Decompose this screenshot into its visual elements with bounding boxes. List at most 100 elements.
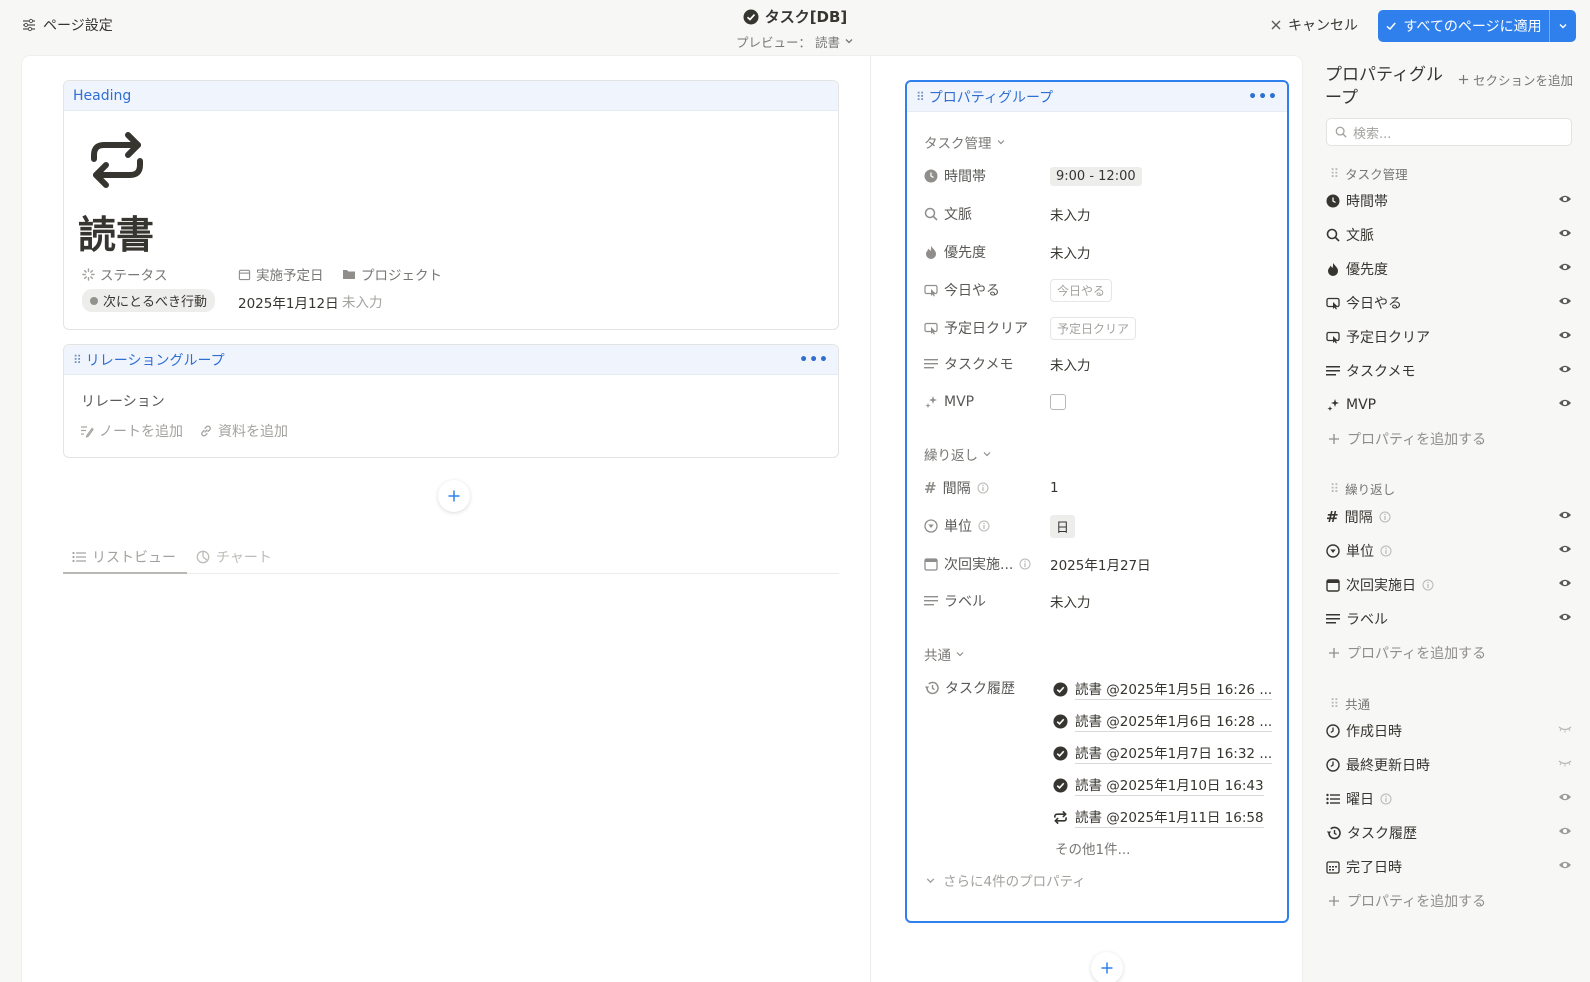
drag-handle-icon[interactable]: ⠿ [1330,696,1339,711]
cancel-button[interactable]: キャンセル [1270,15,1358,35]
sidebar-item-created[interactable]: 作成日時 [1326,718,1580,744]
button-cursor-icon [924,321,938,335]
section-task-header[interactable]: タスク管理 [924,132,1006,152]
status-badge[interactable]: 次にとるべき行動 [82,289,216,312]
chevron-down-icon [1558,21,1568,31]
section-repeat-header[interactable]: 繰り返し [924,444,992,464]
sidebar-item-interval[interactable]: # 間隔 [1326,504,1580,530]
add-property-common[interactable]: プロパティを追加する [1328,891,1486,911]
prop-row-mvp[interactable]: MVP [907,388,1281,416]
eye-closed-icon[interactable] [1558,724,1572,734]
eye-icon[interactable] [1558,364,1572,374]
prop-row-today[interactable]: 今日やる 今日やる [907,276,1281,304]
relation-group-card[interactable]: ⠿ リレーショングループ ••• リレーション ノートを追加 資料を追加 [63,344,839,458]
eye-icon[interactable] [1558,860,1572,870]
eye-icon[interactable] [1558,612,1572,622]
heading-card[interactable]: Heading 読書 ステータス 実施予定日 プロジェクト 次にとるべき行動 2… [63,80,839,330]
property-group-card[interactable]: ⠿ プロパティグループ ••• タスク管理 時間帯 9:00 - 12:00 文… [905,80,1289,923]
drag-handle-icon[interactable]: ⠿ [1330,481,1339,496]
search-input[interactable]: 検索... [1353,123,1391,142]
more-options-icon[interactable]: ••• [799,352,829,368]
cancel-label: キャンセル [1288,18,1358,34]
drag-handle-icon[interactable]: ⠿ [916,90,925,104]
sidebar-item-mvp[interactable]: MVP [1326,392,1580,418]
eye-icon[interactable] [1558,262,1572,272]
drag-handle-icon[interactable]: ⠿ [73,353,82,367]
eye-icon[interactable] [1558,296,1572,306]
apply-all-button[interactable]: すべてのページに適用 [1378,10,1576,42]
chevron-down-icon [996,137,1006,147]
sidebar-item-clear-date[interactable]: 予定日クリア [1326,324,1580,350]
folder-icon [342,268,356,280]
prop-row-clear-date[interactable]: 予定日クリア 予定日クリア [907,314,1281,342]
history-item[interactable]: 読書 @2025年1月10日 16:43 [1053,774,1264,796]
history-item[interactable]: 読書 @2025年1月11日 16:58 [1053,806,1264,828]
sidebar-item-unit[interactable]: 単位 [1326,538,1580,564]
sidebar-item-today[interactable]: 今日やる [1326,290,1580,316]
add-property-repeat[interactable]: プロパティを追加する [1328,643,1486,663]
prop-row-label[interactable]: ラベル 未入力 [907,587,1281,615]
sidebar-item-priority[interactable]: 優先度 [1326,256,1580,282]
add-section-button[interactable]: セクションを追加 [1458,70,1573,89]
sidebar-item-memo[interactable]: タスクメモ [1326,358,1580,384]
eye-icon[interactable] [1558,826,1572,836]
page-title[interactable]: 読書 [78,204,154,259]
history-item[interactable]: 読書 @2025年1月5日 16:26 ... [1053,678,1273,700]
eye-icon[interactable] [1558,330,1572,340]
sidebar-item-weekday[interactable]: 曜日 [1326,786,1580,812]
more-options-icon[interactable]: ••• [1248,89,1278,105]
prop-row-context[interactable]: 文脈 未入力 [907,200,1281,228]
sidebar-item-time[interactable]: 時間帯 [1326,188,1580,214]
section-common-header[interactable]: 共通 [924,644,965,664]
drag-handle-icon[interactable]: ⠿ [1330,166,1339,181]
unit-tag: 日 [1050,514,1076,538]
sidebar-section-task[interactable]: ⠿ タスク管理 [1330,164,1408,183]
add-block-button-right[interactable] [1091,952,1123,982]
show-more-properties[interactable]: さらに4件のプロパティ [925,870,1086,890]
history-item[interactable]: 読書 @2025年1月7日 16:32 ... [1053,742,1273,764]
apply-all-main[interactable]: すべてのページに適用 [1378,10,1550,42]
repeat-icon [1053,810,1068,825]
button-cursor-icon [1326,296,1340,310]
project-value[interactable]: 未入力 [342,291,383,311]
sidebar-item-context[interactable]: 文脈 [1326,222,1580,248]
sidebar-item-updated[interactable]: 最終更新日時 [1326,752,1580,778]
add-note-link[interactable]: ノートを追加 [80,421,183,441]
prop-row-priority[interactable]: 優先度 未入力 [907,238,1281,266]
sidebar-item-next-date[interactable]: 次回実施日 [1326,572,1580,598]
sparkles-icon [924,395,938,409]
today-button-preview: 今日やる [1050,278,1113,302]
prop-row-time[interactable]: 時間帯 9:00 - 12:00 [907,162,1281,190]
prop-row-unit[interactable]: 単位 日 [907,512,1281,540]
sidebar-section-common[interactable]: ⠿ 共通 [1330,694,1370,713]
add-property-task[interactable]: プロパティを追加する [1328,429,1486,449]
plus-icon [1328,647,1340,659]
prop-row-next-date[interactable]: 次回実施... 2025年1月27日 [907,550,1281,578]
eye-icon[interactable] [1558,544,1572,554]
eye-icon[interactable] [1558,194,1572,204]
add-material-link[interactable]: 資料を追加 [199,421,288,441]
eye-icon[interactable] [1558,578,1572,588]
sidebar-section-repeat[interactable]: ⠿ 繰り返し [1330,479,1395,498]
prop-row-memo[interactable]: タスクメモ 未入力 [907,350,1281,378]
prop-row-interval[interactable]: # 間隔 1 [907,474,1281,502]
history-item[interactable]: 読書 @2025年1月6日 16:28 ... [1053,710,1273,732]
eye-icon[interactable] [1558,228,1572,238]
sidebar-item-completed[interactable]: 完了日時 [1326,854,1580,880]
sidebar-item-history[interactable]: タスク履歴 [1326,820,1580,846]
eye-icon[interactable] [1558,510,1572,520]
check-circle-icon [743,9,759,25]
mvp-checkbox[interactable] [1050,394,1066,410]
history-more-link[interactable]: その他1件... [1055,838,1130,858]
eye-closed-icon[interactable] [1558,758,1572,768]
tab-list-view[interactable]: リストビュー [63,542,187,574]
repeat-page-icon[interactable] [86,129,148,191]
tab-chart[interactable]: チャート [196,542,272,572]
property-search[interactable]: 検索... [1326,118,1572,146]
apply-options-dropdown[interactable] [1550,10,1576,42]
eye-icon[interactable] [1558,398,1572,408]
add-block-button-left[interactable] [438,480,470,512]
eye-icon[interactable] [1558,792,1572,802]
sidebar-item-label[interactable]: ラベル [1326,606,1580,632]
scheduled-date-value[interactable]: 2025年1月12日 [238,292,339,312]
